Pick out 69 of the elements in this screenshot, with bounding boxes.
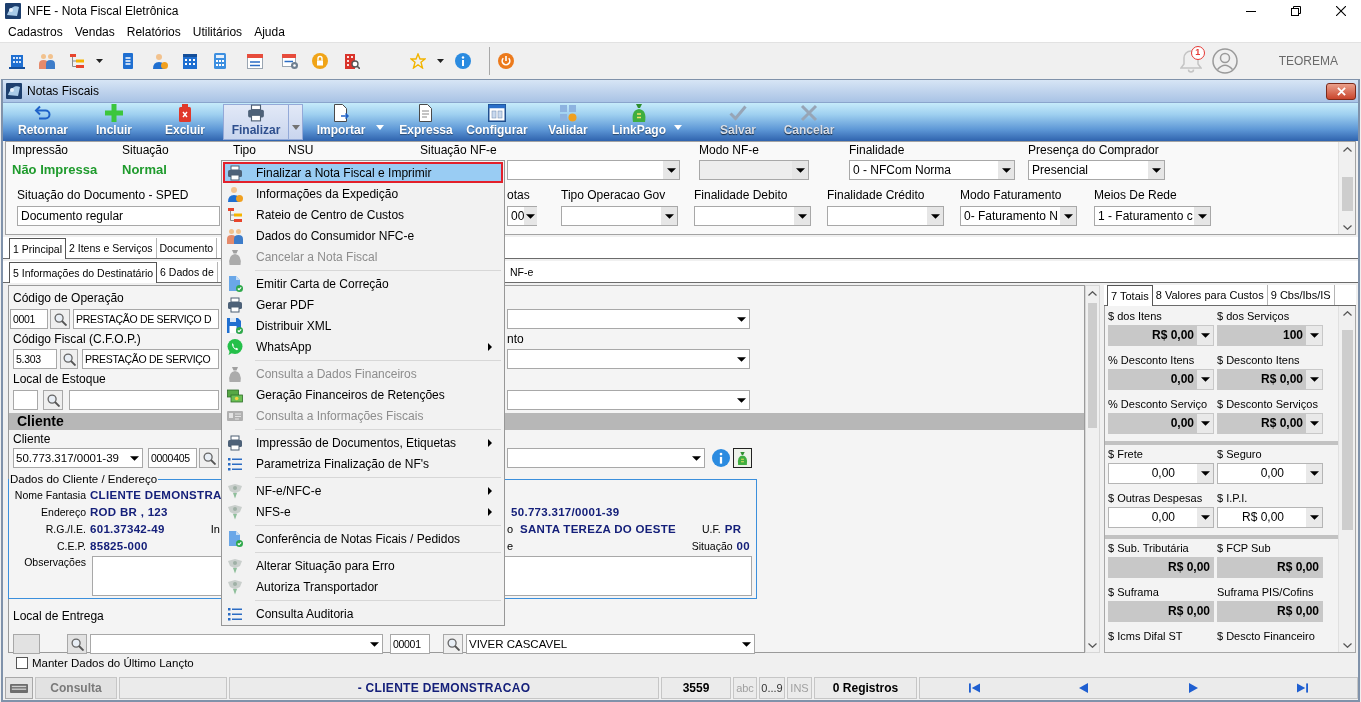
field-label: Tipo xyxy=(233,143,256,157)
field-label: R.G./I.E. xyxy=(44,522,86,535)
field-value: 85825-000 xyxy=(90,539,148,552)
field-label: Código Fiscal (C.F.O.P.) xyxy=(13,332,141,347)
field-label: Suframa PIS/Cofins xyxy=(1217,585,1315,600)
field-label: $ dos Itens xyxy=(1108,309,1163,324)
field-value: PR xyxy=(724,522,742,535)
window-title: NFE - Nota Fiscal Eletrônica xyxy=(27,4,179,18)
group-title: Dados do Cliente / Endereço xyxy=(9,473,159,486)
notification-badge: 1 xyxy=(1190,45,1205,60)
field-label: Situação NF-e xyxy=(420,143,497,157)
field-label: Situação xyxy=(122,143,169,157)
field-label: U.F. xyxy=(702,522,721,535)
field-label: $ Sub. Tributária xyxy=(1108,541,1190,556)
field-label: e xyxy=(507,539,515,552)
field-label: Observações xyxy=(23,556,86,568)
field-label: Situação xyxy=(691,539,733,552)
field-label: $ FCP Sub xyxy=(1217,541,1272,556)
field-label: $ Desconto Serviços xyxy=(1217,397,1319,412)
status-client: - CLIENTE DEMONSTRACAO xyxy=(229,677,659,699)
field-label: % Desconto Serviço xyxy=(1108,397,1209,412)
field-label: nto xyxy=(507,332,524,347)
window-title: Notas Fiscais xyxy=(27,84,100,98)
field-label: otas xyxy=(507,188,530,202)
field-label: Local de Entrega xyxy=(13,609,104,624)
field-label: Situação do Documento - SPED xyxy=(17,188,189,202)
field-label: o xyxy=(507,522,515,535)
status-value: Não Impressa xyxy=(12,162,98,178)
field-value: 50.773.317/0001-39 xyxy=(511,505,620,518)
field-label: Cliente xyxy=(13,432,51,447)
field-value: CLIENTE DEMONSTRA xyxy=(90,488,222,501)
field-label: Meios De Rede xyxy=(1094,188,1177,202)
field-label: Finalidade Debito xyxy=(694,188,788,202)
status-mode: Consulta xyxy=(35,677,117,699)
field-label: $ Desconto Itens xyxy=(1217,353,1301,368)
field-label: $ I.P.I. xyxy=(1217,491,1249,506)
field-label: NSU xyxy=(288,143,314,157)
field-label: Local de Estoque xyxy=(13,372,106,387)
field-label: Tipo Operacao Gov xyxy=(561,188,666,202)
field-label: % Desconto Itens xyxy=(1108,353,1196,368)
field-label: Endereço xyxy=(40,505,86,518)
status-number: 3559 xyxy=(661,677,731,699)
field-label: Presença do Comprador xyxy=(1028,143,1159,157)
status-indicator: INS xyxy=(787,677,812,699)
status-indicator: abc xyxy=(733,677,757,699)
field-label: Nome Fantasia xyxy=(13,488,86,501)
field-label: In xyxy=(210,522,220,535)
checkbox-label: Manter Dados do Último Lançto xyxy=(32,657,194,669)
field-value: ROD BR , 123 xyxy=(90,505,168,518)
field-value: SANTA TEREZA DO OESTE xyxy=(520,522,678,535)
field-label: $ Frete xyxy=(1108,447,1144,462)
field-label: $ Icms Difal ST xyxy=(1108,629,1184,644)
field-label: $ Suframa xyxy=(1108,585,1160,600)
field-label: $ dos Serviços xyxy=(1217,309,1291,324)
field-label: $ Descto Financeiro xyxy=(1217,629,1316,644)
status-indicator: 0...9 xyxy=(759,677,785,699)
field-value: 601.37342-49 xyxy=(90,522,165,535)
field-value: 00 xyxy=(736,539,750,552)
field-label: C.E.P. xyxy=(56,539,86,552)
field-label: Modo Faturamento xyxy=(960,188,1062,202)
field-label: Finalidade Crédito xyxy=(827,188,925,202)
field-label: Impressão xyxy=(12,143,69,157)
record-count: 0 Registros xyxy=(814,677,917,699)
field-label: Modo NF-e xyxy=(699,143,760,157)
field-label: Código de Operação xyxy=(13,291,124,306)
status-value: Normal xyxy=(122,162,167,178)
field-label: $ Seguro xyxy=(1217,447,1263,462)
field-label: Finalidade xyxy=(849,143,905,157)
field-label: $ Outras Despesas xyxy=(1108,491,1204,506)
